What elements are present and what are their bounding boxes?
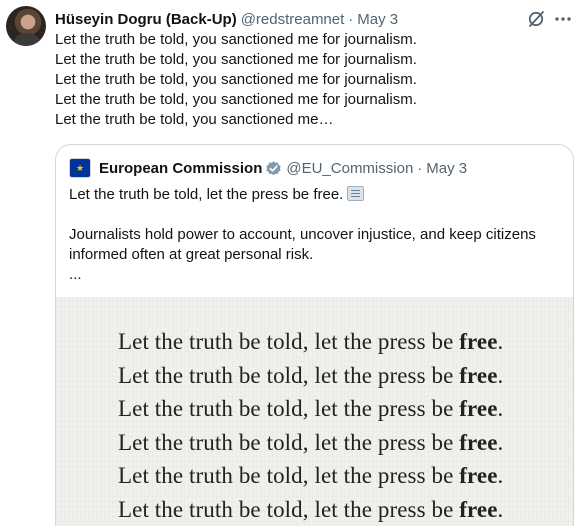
quote-author-name[interactable]: European Commission xyxy=(99,160,262,177)
media-text-line: Let the truth be told, let the press be … xyxy=(118,329,504,354)
quoted-tweet[interactable]: ★ European Commission @EU_Commission · M… xyxy=(55,144,574,526)
media-text-line: Let the truth be told, let the press be … xyxy=(118,429,504,455)
quote-timestamp[interactable]: May 3 xyxy=(426,160,467,177)
media-text-line: Let the truth be told, let the press be … xyxy=(118,362,504,388)
author-handle[interactable]: @redstreamnet xyxy=(241,11,345,28)
quote-author-handle[interactable]: @EU_Commission xyxy=(286,160,413,177)
quote-ellipsis: ... xyxy=(69,266,82,283)
tweet-text-line: Let the truth be told, you sanctioned me… xyxy=(55,31,417,48)
tweet-text-line: Let the truth be told, you sanctioned me… xyxy=(55,71,417,88)
quote-text-paragraph: Let the truth be told, let the press be … xyxy=(69,185,564,205)
newspaper-emoji-icon xyxy=(347,186,365,201)
grok-icon[interactable] xyxy=(526,9,546,29)
media-text-line: Let the truth be told, let the press be … xyxy=(118,463,504,488)
quote-text: Let the truth be told, let the press be … xyxy=(69,185,564,285)
avatar[interactable] xyxy=(6,6,46,46)
author-name[interactable]: Hüseyin Dogru (Back-Up) xyxy=(55,11,237,28)
media-text-line: Let the truth be told, let the press be … xyxy=(118,496,504,522)
media-text-line: Let the truth be told, let the press be … xyxy=(118,396,504,421)
eu-flag-icon: ★ xyxy=(69,158,91,178)
separator-dot: · xyxy=(348,10,354,28)
tweet-text-line: Let the truth be told, you sanctioned me… xyxy=(55,91,417,108)
quote-text-first: Let the truth be told, let the press be … xyxy=(69,186,344,203)
tweet-timestamp[interactable]: May 3 xyxy=(357,11,398,28)
separator-dot: · xyxy=(417,159,423,177)
tweet-header: Hüseyin Dogru (Back-Up) @redstreamnet · … xyxy=(55,9,398,29)
quote-header: ★ European Commission @EU_Commission · M… xyxy=(69,158,467,178)
tweet-text-line: Let the truth be told, you sanctioned me… xyxy=(55,111,334,128)
quote-text-second: Journalists hold power to account, uncov… xyxy=(69,226,536,263)
gov-verified-badge-icon xyxy=(266,160,281,175)
quote-media-image[interactable]: Let the truth be told, let the press be … xyxy=(56,297,573,526)
more-icon[interactable] xyxy=(552,9,574,29)
tweet-text-line: Let the truth be told, you sanctioned me… xyxy=(55,51,417,68)
tweet-text: Let the truth be told, you sanctioned me… xyxy=(55,30,575,130)
